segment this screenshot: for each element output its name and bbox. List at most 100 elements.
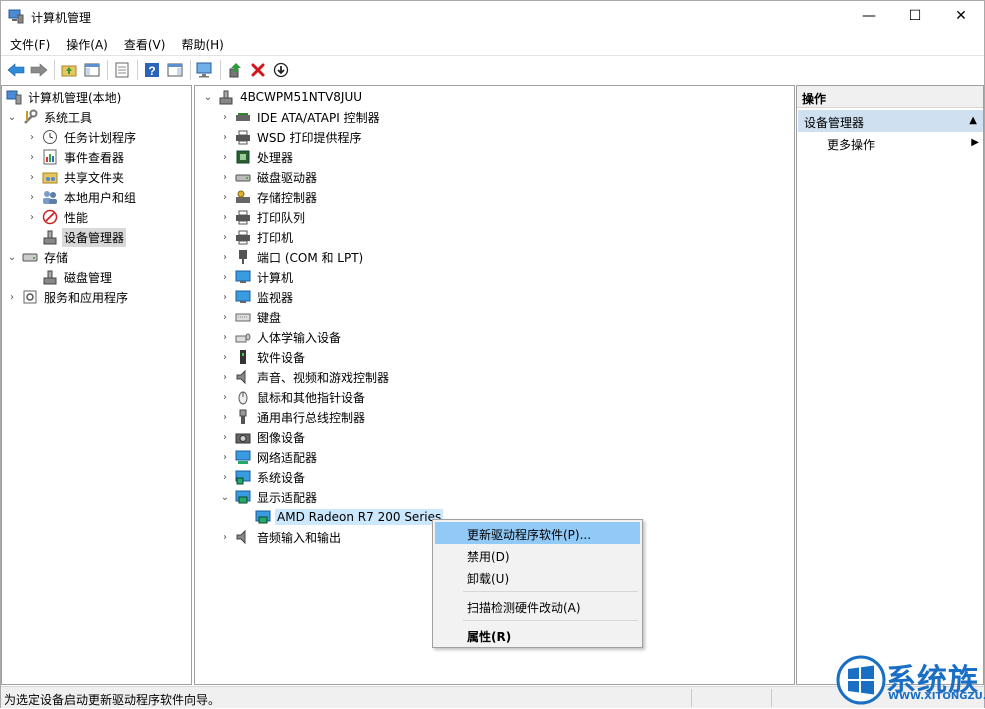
chevron-right-icon[interactable]: ›: [219, 411, 231, 423]
device-category-system-devices[interactable]: › 系统设备: [219, 467, 307, 487]
tree-item-system-tools[interactable]: ⌄ 系统工具: [6, 107, 94, 127]
device-amd-radeon[interactable]: AMD Radeon R7 200 Series: [255, 507, 444, 527]
menu-item-disable[interactable]: 禁用(D): [435, 544, 640, 566]
device-category-software-devices[interactable]: › 软件设备: [219, 347, 307, 367]
device-category-keyboards[interactable]: › 键盘: [219, 307, 283, 327]
chevron-right-icon[interactable]: ›: [219, 311, 231, 323]
device-category-mice[interactable]: › 鼠标和其他指针设备: [219, 387, 367, 407]
device-category-print-queues[interactable]: › 打印队列: [219, 207, 307, 227]
device-category-wsd-print[interactable]: › WSD 打印提供程序: [219, 127, 364, 147]
tree-item-storage[interactable]: ⌄ 存储: [6, 247, 70, 267]
tree-label: 设备管理器: [62, 227, 127, 247]
tree-item-device-manager[interactable]: 设备管理器: [42, 227, 127, 247]
chevron-right-icon[interactable]: ›: [219, 371, 231, 383]
chevron-right-icon[interactable]: ›: [219, 331, 231, 343]
actions-section-device-manager[interactable]: 设备管理器 ▲: [798, 110, 983, 132]
device-category-audio-io[interactable]: › 音频输入和输出: [219, 527, 343, 547]
tree-item-computer-management-local[interactable]: 计算机管理(本地): [6, 87, 123, 107]
tree-label: 系统工具: [44, 110, 93, 125]
chevron-right-icon[interactable]: ›: [219, 251, 231, 263]
tree-item-performance[interactable]: › 性能: [26, 207, 90, 227]
tree-item-local-users-groups[interactable]: › 本地用户和组: [26, 187, 138, 207]
device-category-processor[interactable]: › 处理器: [219, 147, 295, 167]
chevron-right-icon[interactable]: ›: [26, 171, 38, 183]
chevron-right-icon[interactable]: ›: [219, 131, 231, 143]
device-category-disk-drives[interactable]: › 磁盘驱动器: [219, 167, 319, 187]
close-button[interactable]: ✕: [938, 1, 984, 31]
chevron-right-icon[interactable]: ›: [219, 231, 231, 243]
chevron-right-icon[interactable]: ›: [219, 151, 231, 163]
chevron-right-icon[interactable]: ›: [26, 151, 38, 163]
menu-action[interactable]: 操作(A): [57, 32, 115, 54]
chevron-right-icon[interactable]: ›: [219, 451, 231, 463]
chevron-right-icon[interactable]: ›: [26, 131, 38, 143]
device-category-imaging[interactable]: › 图像设备: [219, 427, 307, 447]
chevron-right-icon[interactable]: ›: [219, 111, 231, 123]
chevron-right-icon[interactable]: ›: [6, 291, 18, 303]
chevron-right-icon[interactable]: ›: [219, 291, 231, 303]
chevron-right-icon[interactable]: ›: [219, 191, 231, 203]
device-category-monitors[interactable]: › 监视器: [219, 287, 295, 307]
minimize-button[interactable]: —: [846, 1, 892, 31]
chevron-right-icon[interactable]: ›: [219, 391, 231, 403]
device-category-label: 人体学输入设备: [257, 330, 342, 345]
chevron-down-icon[interactable]: ⌄: [6, 251, 18, 263]
menu-item-properties[interactable]: 属性(R): [435, 624, 640, 646]
tree-item-services-applications[interactable]: › 服务和应用程序: [6, 287, 130, 307]
device-tree-root[interactable]: ⌄ 4BCWPM51NTV8JUU: [202, 87, 364, 107]
tree-item-task-scheduler[interactable]: › 任务计划程序: [26, 127, 138, 147]
device-category-display-adapters[interactable]: ⌄ 显示适配器: [219, 487, 319, 507]
tree-item-shared-folders[interactable]: › 共享文件夹: [26, 167, 126, 187]
device-category-usb[interactable]: › 通用串行总线控制器: [219, 407, 367, 427]
chevron-right-icon[interactable]: ›: [26, 191, 38, 203]
chevron-down-icon[interactable]: ⌄: [219, 491, 231, 503]
back-arrow-icon[interactable]: [5, 59, 27, 81]
device-category-label: 软件设备: [257, 350, 306, 365]
up-folder-icon[interactable]: [58, 59, 80, 81]
show-hide-console-tree-icon[interactable]: [81, 59, 103, 81]
chevron-down-icon[interactable]: ⌄: [6, 111, 18, 123]
device-category-computer[interactable]: › 计算机: [219, 267, 295, 287]
device-category-hid[interactable]: › 人体学输入设备: [219, 327, 343, 347]
menu-item-scan-hardware[interactable]: 扫描检测硬件改动(A): [435, 595, 640, 617]
menu-item-uninstall[interactable]: 卸载(U): [435, 566, 640, 588]
chevron-right-icon[interactable]: ›: [219, 431, 231, 443]
chevron-right-icon[interactable]: ›: [26, 211, 38, 223]
show-hide-action-pane-icon[interactable]: [164, 59, 186, 81]
menu-item-update-driver[interactable]: 更新驱动程序软件(P)...: [435, 522, 640, 544]
enable-device-icon[interactable]: [270, 59, 292, 81]
chevron-right-icon[interactable]: ›: [219, 351, 231, 363]
menu-view[interactable]: 查看(V): [115, 32, 173, 54]
mouse-icon: [235, 389, 251, 405]
chevron-right-icon[interactable]: ›: [219, 531, 231, 543]
device-category-sound[interactable]: › 声音、视频和游戏控制器: [219, 367, 391, 387]
device-category-label: 端口 (COM 和 LPT): [257, 250, 364, 265]
chevron-right-icon[interactable]: ›: [219, 211, 231, 223]
device-category-printers[interactable]: › 打印机: [219, 227, 295, 247]
device-category-ports[interactable]: › 端口 (COM 和 LPT): [219, 247, 365, 267]
maximize-button[interactable]: ☐: [892, 1, 938, 31]
uninstall-device-icon[interactable]: [247, 59, 269, 81]
tree-item-disk-management[interactable]: 磁盘管理: [42, 267, 114, 287]
chevron-right-icon[interactable]: ›: [219, 471, 231, 483]
tree-label: 共享文件夹: [64, 170, 125, 185]
device-category-network-adapters[interactable]: › 网络适配器: [219, 447, 319, 467]
device-category-label: WSD 打印提供程序: [257, 130, 362, 145]
update-driver-icon[interactable]: [224, 59, 246, 81]
toolbar-separator: [54, 59, 55, 80]
more-actions-item[interactable]: 更多操作 ▶: [827, 136, 983, 156]
help-icon[interactable]: ?: [141, 59, 163, 81]
properties-sheet-icon[interactable]: [111, 59, 133, 81]
collapse-up-icon[interactable]: ▲: [969, 115, 977, 126]
chevron-right-icon[interactable]: ›: [219, 271, 231, 283]
menu-help[interactable]: 帮助(H): [172, 32, 230, 54]
device-category-ide[interactable]: › IDE ATA/ATAPI 控制器: [219, 107, 382, 127]
device-category-storage-controllers[interactable]: › 存储控制器: [219, 187, 319, 207]
tree-item-event-viewer[interactable]: › 事件查看器: [26, 147, 126, 167]
chevron-right-icon[interactable]: ›: [219, 171, 231, 183]
forward-arrow-icon[interactable]: [28, 59, 50, 81]
menu-file[interactable]: 文件(F): [1, 32, 57, 54]
ide-controller-icon: [235, 109, 251, 125]
scan-hardware-monitor-icon[interactable]: [194, 59, 216, 81]
chevron-down-icon[interactable]: ⌄: [202, 91, 214, 103]
